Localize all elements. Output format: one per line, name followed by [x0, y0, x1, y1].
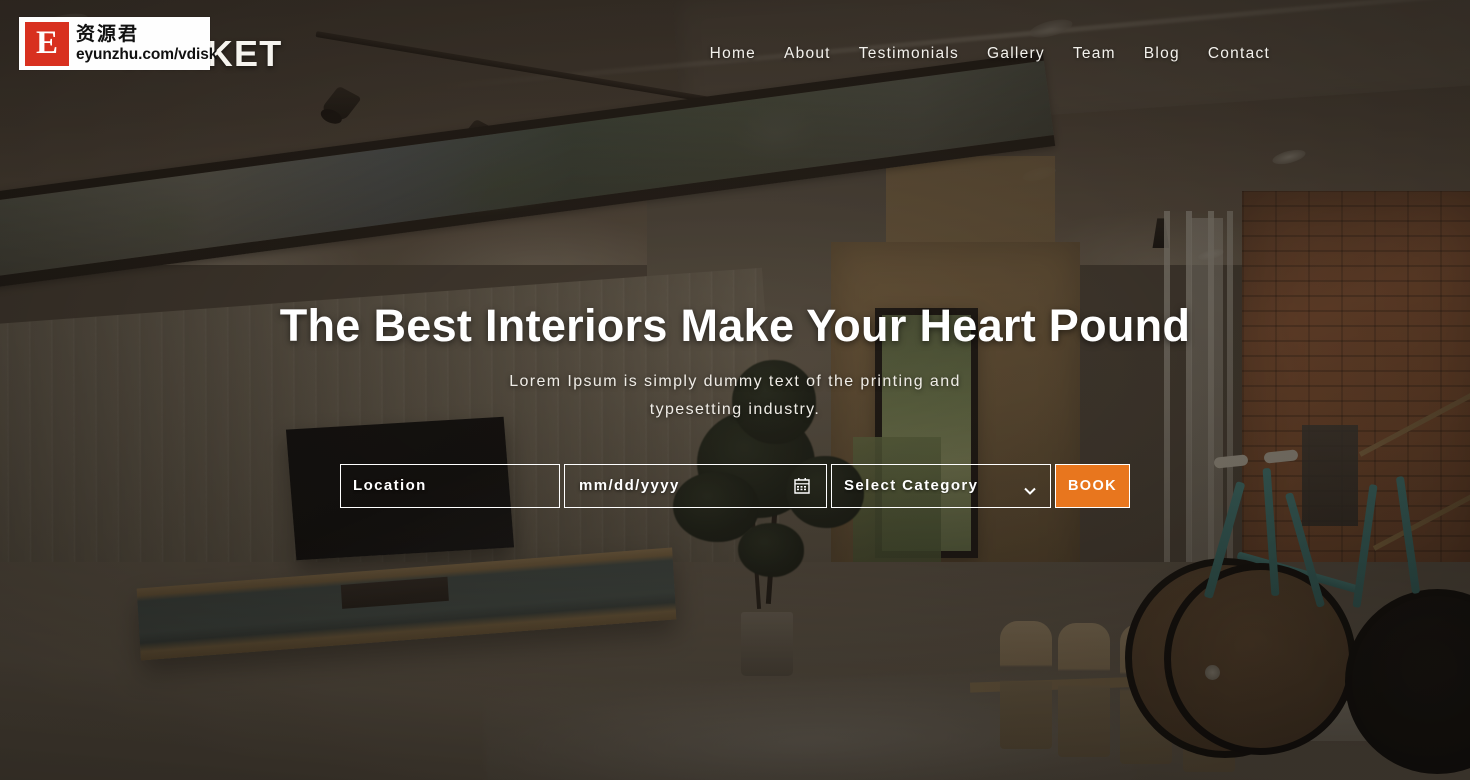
- nav-item-testimonials[interactable]: Testimonials: [845, 39, 973, 69]
- watermark-overlay: E 资源君 eyunzhu.com/vdisk: [19, 17, 217, 70]
- nav-item-gallery[interactable]: Gallery: [973, 39, 1059, 69]
- watermark-logo-letter: E: [35, 25, 58, 61]
- category-select[interactable]: Select Category: [832, 464, 1050, 507]
- watermark-url: eyunzhu.com/vdisk: [76, 45, 218, 63]
- calendar-icon[interactable]: [794, 477, 810, 494]
- date-placeholder-text: mm/dd/yyyy: [579, 477, 680, 495]
- nav-item-blog[interactable]: Blog: [1130, 39, 1194, 69]
- nav-item-team[interactable]: Team: [1059, 39, 1130, 69]
- main-navigation: Home About Testimonials Gallery Team Blo…: [696, 39, 1284, 69]
- watermark-text: 资源君 eyunzhu.com/vdisk: [76, 22, 218, 63]
- hero-subtitle: Lorem Ipsum is simply dummy text of the …: [509, 372, 961, 418]
- booking-form: mm/dd/yyyy Select Category: [340, 463, 1130, 508]
- site-header: TRINKET Home About Testimonials Gallery …: [0, 0, 1470, 108]
- watermark-chinese-name: 资源君: [76, 22, 140, 45]
- hero-title: The Best Interiors Make Your Heart Pound: [279, 300, 1191, 351]
- book-button[interactable]: BOOK: [1055, 463, 1130, 508]
- location-field[interactable]: [340, 463, 560, 508]
- nav-item-home[interactable]: Home: [696, 39, 770, 69]
- nav-item-about[interactable]: About: [770, 39, 845, 69]
- watermark-logo-icon: E: [25, 21, 69, 66]
- category-field[interactable]: Select Category: [831, 463, 1051, 508]
- location-input[interactable]: [341, 464, 559, 507]
- nav-item-contact[interactable]: Contact: [1194, 39, 1284, 69]
- page-root: TRINKET Home About Testimonials Gallery …: [0, 0, 1470, 780]
- date-field[interactable]: mm/dd/yyyy: [564, 463, 827, 508]
